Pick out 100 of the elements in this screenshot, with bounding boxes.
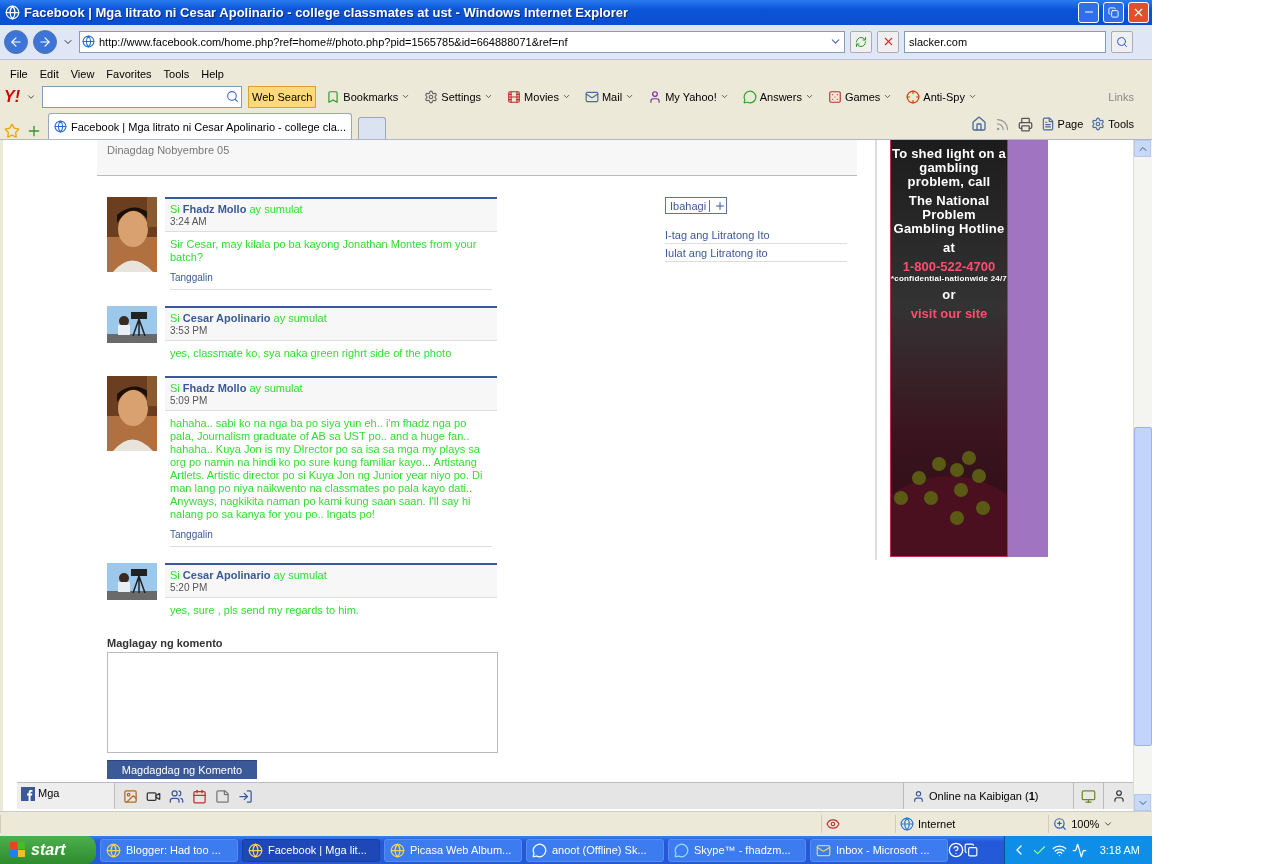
taskbar-button[interactable]: Skype™ - fhadzm... bbox=[668, 838, 806, 862]
notes-icon[interactable] bbox=[215, 788, 230, 804]
globe-icon bbox=[900, 817, 915, 832]
toolbar-button[interactable]: Answers bbox=[738, 89, 818, 104]
menu-item[interactable]: View bbox=[64, 67, 101, 80]
ad-text: *confidential-nationwide 24/7 bbox=[891, 274, 1007, 284]
bookmark-icon bbox=[326, 89, 341, 104]
web-search-button[interactable]: Web Search bbox=[248, 85, 317, 108]
yahoo-logo[interactable]: Y! bbox=[4, 87, 20, 106]
add-comment-button[interactable]: Magdagdag ng Komento bbox=[107, 760, 257, 780]
menu-item[interactable]: Edit bbox=[33, 67, 65, 80]
taskbar-button[interactable]: Facebook | Mga lit... bbox=[242, 838, 380, 862]
online-friends-label: Online na Kaibigan (1) bbox=[929, 790, 1039, 803]
crosshair-icon bbox=[906, 89, 921, 104]
menu-item[interactable]: File bbox=[4, 67, 34, 80]
applications-button[interactable]: Mga bbox=[17, 783, 115, 810]
toolbar-button[interactable]: My Yahoo! bbox=[644, 89, 733, 104]
taskbar-button[interactable]: Picasa Web Album... bbox=[384, 838, 522, 862]
favorites-star-icon[interactable] bbox=[4, 123, 20, 140]
printer-icon[interactable] bbox=[1017, 116, 1033, 132]
comment-author-line: Si Fhadz Mollo ay sumulat bbox=[170, 203, 304, 216]
comment-time: 3:24 AM bbox=[170, 216, 208, 228]
calendar-icon[interactable] bbox=[192, 788, 207, 804]
toolbar-button[interactable]: Games bbox=[823, 89, 897, 104]
toolbar-search-field[interactable] bbox=[42, 85, 242, 108]
delete-link[interactable]: Tanggalin bbox=[170, 272, 492, 291]
comment-text: hahaha.. sabi ko na nga ba po siya yun eh.. i'm fhadz nga po pala, Journalism graduate of AB sa UST po.. and a huge fan.. hahaha.. Kuya Jon is my DIrector po sa isa sa mga my plays sa org po namin na hindi ko po sure kung familiar kayo... Artistang Artlets. Artistic director po si Kuya Jon ng Junior year niyo po. Di man lang po niya naikwento na classmates po pala kayo dati.. Anyways, nagkikita naman po kami kung saan saan. I'll say hi nalang po sa kanya for you po.. Ingats po! bbox=[170, 417, 484, 522]
menu-item[interactable]: Help bbox=[195, 67, 230, 80]
page-icon bbox=[1040, 117, 1055, 132]
author-link[interactable]: Cesar Apolinario bbox=[182, 312, 271, 325]
person-icon bbox=[912, 789, 925, 803]
toolbar-button[interactable]: Movies bbox=[503, 89, 575, 104]
ad-banner[interactable]: To shed light on a gambling problem, call The National Problem Gambling Hotline at 1-800-522-4700 *confidential-nationwide 24/7 or visit our site bbox=[890, 140, 1008, 558]
home-icon[interactable] bbox=[970, 116, 987, 133]
scrollbar-thumb[interactable] bbox=[1134, 427, 1152, 747]
close-button[interactable] bbox=[1128, 1, 1149, 23]
person-icon bbox=[1111, 789, 1126, 804]
author-link[interactable]: Cesar Apolinario bbox=[182, 569, 271, 582]
network-icon[interactable] bbox=[1051, 842, 1067, 858]
mail-icon bbox=[584, 89, 599, 104]
share-icon[interactable] bbox=[238, 788, 253, 804]
taskbar-button[interactable]: Inbox - Microsoft ... bbox=[810, 838, 948, 862]
photos-icon[interactable] bbox=[123, 788, 138, 804]
zoom-level[interactable]: 100% bbox=[1071, 818, 1100, 831]
browser-icon bbox=[106, 842, 121, 858]
menu-item[interactable]: Tools bbox=[157, 67, 196, 80]
taskbar-button[interactable]: anoot (Offline) Sk... bbox=[526, 838, 664, 862]
comment-form-label: Maglagay ng komento bbox=[107, 637, 224, 650]
browser-tab[interactable]: Facebook | Mga litrato ni Cesar Apolinario - college cla... bbox=[48, 113, 352, 140]
photo-action-link[interactable]: I-tag ang Litratong Ito bbox=[665, 226, 847, 245]
board-icon bbox=[1081, 788, 1096, 804]
ad-text: or bbox=[942, 288, 956, 303]
author-link[interactable]: Fhadz Mollo bbox=[182, 203, 247, 216]
stop-button[interactable] bbox=[877, 30, 899, 53]
comment-text: yes, classmate ko, sya naka green righrt side of the photo bbox=[170, 347, 453, 361]
zoom-icon bbox=[1053, 817, 1068, 832]
comment-author-line: Si Fhadz Mollo ay sumulat bbox=[170, 382, 304, 395]
comment-time: 3:53 PM bbox=[170, 325, 209, 337]
photo-action-link[interactable]: Iulat ang Litratong ito bbox=[665, 244, 847, 263]
command-button[interactable]: Page bbox=[1040, 117, 1084, 132]
toolbar-button[interactable]: Mail bbox=[580, 89, 639, 104]
author-link[interactable]: Fhadz Mollo bbox=[182, 382, 247, 395]
delete-link[interactable]: Tanggalin bbox=[170, 529, 492, 548]
refresh-button[interactable] bbox=[850, 30, 872, 53]
window-title: Facebook | Mga litrato ni Cesar Apolinario - college classmates at ust - Windows Internet Explorer bbox=[24, 4, 630, 20]
new-tab-button[interactable] bbox=[357, 117, 386, 140]
restore-button[interactable] bbox=[1103, 1, 1124, 23]
back-button[interactable] bbox=[4, 29, 28, 54]
toolbar-button[interactable]: Settings bbox=[420, 89, 498, 104]
dice-icon bbox=[827, 89, 842, 104]
plus-icon bbox=[714, 199, 727, 212]
menu-item[interactable]: Favorites bbox=[100, 67, 158, 80]
taskbar-button[interactable]: Blogger: Had too ... bbox=[100, 838, 238, 862]
address-field[interactable]: http://www.facebook.com/home.php?ref=home#/photo.php?pid=1565785&id=664888071&ref=nf bbox=[79, 30, 845, 53]
gear-icon bbox=[1091, 117, 1106, 132]
people-icon[interactable] bbox=[169, 788, 184, 804]
refresh-icon bbox=[855, 35, 867, 48]
toolbar-button[interactable]: Bookmarks bbox=[322, 89, 415, 104]
scroll-down-button[interactable] bbox=[1134, 794, 1151, 812]
toolbar-button[interactable]: Anti-Spy bbox=[902, 89, 981, 104]
help-icon[interactable] bbox=[948, 842, 964, 858]
ad-text: To shed light on a gambling problem, call bbox=[891, 147, 1007, 190]
scroll-up-button[interactable] bbox=[1134, 140, 1151, 158]
pulse-icon[interactable] bbox=[1071, 842, 1087, 858]
clock: 3:18 AM bbox=[1099, 844, 1140, 856]
search-button[interactable] bbox=[1111, 30, 1133, 53]
search-icon bbox=[1116, 35, 1128, 48]
feed-icon[interactable] bbox=[994, 116, 1010, 132]
windows-icon[interactable] bbox=[964, 843, 978, 857]
ad-text: visit our site bbox=[910, 307, 988, 322]
minimize-button[interactable] bbox=[1078, 1, 1099, 23]
search-field[interactable]: slacker.com bbox=[904, 30, 1106, 53]
browser-icon bbox=[5, 4, 20, 20]
forward-button[interactable] bbox=[33, 29, 57, 54]
comment-text: Sir Cesar, may kilala po ba kayong Jonathan Montes from your batch? bbox=[170, 238, 478, 265]
share-button[interactable]: Ibahagi bbox=[665, 197, 728, 215]
settings-icon bbox=[424, 89, 439, 104]
comment-input-field[interactable] bbox=[107, 652, 498, 754]
ad-text: at bbox=[943, 241, 955, 256]
command-button[interactable]: Tools bbox=[1091, 117, 1134, 132]
